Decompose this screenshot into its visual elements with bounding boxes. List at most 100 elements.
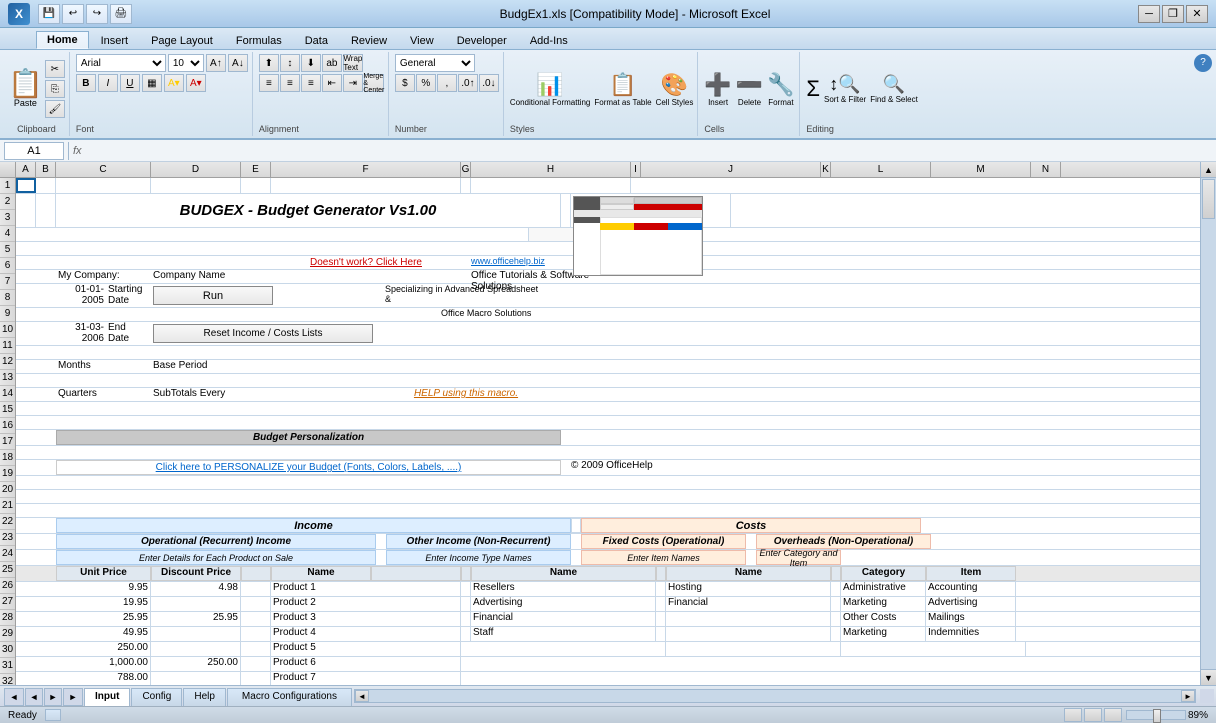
cell-rest15[interactable] (16, 416, 1200, 429)
minimize-btn[interactable]: ─ (1138, 5, 1160, 23)
cell-name-28[interactable]: Product 3 (271, 612, 461, 626)
cell-E26[interactable] (241, 582, 271, 596)
col-category[interactable]: Category (841, 566, 926, 581)
align-center-btn[interactable]: ≡ (280, 74, 300, 92)
cell-G18[interactable] (561, 460, 571, 475)
tab-data[interactable]: Data (294, 32, 339, 49)
cell-I26[interactable] (656, 582, 666, 596)
cell-unit-32[interactable]: 788.00 (56, 672, 151, 685)
cell-AB11[interactable] (16, 360, 56, 373)
cell-F25b[interactable] (371, 566, 461, 581)
cell-G7[interactable] (375, 284, 385, 307)
col-J[interactable]: J (641, 162, 821, 177)
tab-nav-prev[interactable]: ◄ (25, 688, 43, 706)
vertical-scrollbar[interactable]: ▲ ▼ (1200, 162, 1216, 685)
cell-C6-company-label[interactable]: My Company: (56, 270, 151, 283)
row-13[interactable]: 13 (0, 370, 15, 386)
row-7[interactable]: 7 (0, 274, 15, 290)
percent-btn[interactable]: % (416, 74, 436, 92)
cell-AB29[interactable] (16, 627, 56, 641)
paste-btn[interactable]: 📋 Paste (8, 70, 43, 108)
tab-developer[interactable]: Developer (446, 32, 518, 49)
normal-view-btn[interactable] (1064, 708, 1082, 722)
cell-AB30[interactable] (16, 642, 56, 656)
format-as-table-btn[interactable]: 📋 Format as Table (594, 72, 651, 107)
cell-rest32[interactable] (461, 672, 1200, 685)
row-29[interactable]: 29 (0, 626, 15, 642)
row-30[interactable]: 30 (0, 642, 15, 658)
cell-D9-endlabel[interactable]: End Date (106, 322, 151, 345)
scroll-up-btn[interactable]: ▲ (1201, 162, 1216, 178)
cell-sep23a[interactable] (376, 534, 386, 549)
cell-rest22[interactable] (921, 518, 1200, 533)
cell-cat-28[interactable]: Other Costs (841, 612, 926, 626)
cell-G26[interactable] (461, 582, 471, 596)
row-5[interactable]: 5 (0, 242, 15, 258)
cell-C9-enddate[interactable]: 31-03-2006 (56, 322, 106, 345)
cell-F5-doesntwork[interactable]: Doesn't work? Click Here (271, 256, 461, 269)
tab-review[interactable]: Review (340, 32, 398, 49)
cell-cat-26[interactable]: Administrative (841, 582, 926, 596)
row-21[interactable]: 21 (0, 498, 15, 514)
cell-overheads-sub-cat[interactable]: Enter Category and Item (756, 550, 841, 565)
cell-G2[interactable] (561, 194, 571, 227)
cell-name-26[interactable]: Product 1 (271, 582, 461, 596)
col-A[interactable]: A (16, 162, 36, 177)
quick-redo-btn[interactable]: ↪ (86, 4, 108, 24)
cell-H18-copyright[interactable]: © 2009 OfficeHelp (571, 460, 731, 475)
format-painter-btn[interactable]: 🖌 (45, 100, 65, 118)
sheet-tab-macro[interactable]: Macro Configurations (227, 688, 352, 706)
cell-C7-startdate[interactable]: 01-01-2005 (56, 284, 106, 307)
cell-G28[interactable] (461, 612, 471, 626)
cell-rest17[interactable] (16, 446, 1200, 459)
increase-indent-btn[interactable]: ⇥ (343, 74, 363, 92)
cell-rest28[interactable] (1016, 612, 1200, 626)
align-left-btn[interactable]: ≡ (259, 74, 279, 92)
page-layout-view-btn[interactable] (1084, 708, 1102, 722)
cell-KLM30[interactable] (841, 642, 1026, 656)
font-color-btn[interactable]: A▾ (186, 74, 206, 92)
increase-decimal-btn[interactable]: .0↑ (458, 74, 478, 92)
cell-fixed-26[interactable]: Hosting (666, 582, 831, 596)
row-23[interactable]: 23 (0, 530, 15, 546)
cell-E29[interactable] (241, 627, 271, 641)
cell-styles-btn[interactable]: 🎨 Cell Styles (656, 72, 694, 107)
cell-item-29[interactable]: Indemnities (926, 627, 1016, 641)
col-K[interactable]: K (821, 162, 831, 177)
cell-I27[interactable] (656, 597, 666, 611)
cell-op-income[interactable]: Operational (Recurrent) Income (56, 534, 376, 549)
tab-nav-left[interactable]: ◄ (4, 688, 24, 706)
cell-name-32[interactable]: Product 7 (271, 672, 461, 685)
cell-rest13[interactable] (561, 388, 1200, 401)
help-link[interactable]: HELP using this macro. (414, 388, 518, 399)
cell-E6[interactable] (241, 270, 271, 283)
cell-GH30[interactable] (461, 642, 666, 656)
cell-D7-startlabel[interactable]: Starting Date (106, 284, 151, 307)
cell-other-26[interactable]: Resellers (471, 582, 656, 596)
cell-rest10[interactable] (16, 346, 1200, 359)
cell-E32[interactable] (241, 672, 271, 685)
merge-center-btn[interactable]: Merge & Center (364, 74, 384, 92)
cell-rest14[interactable] (16, 402, 1200, 415)
font-grow-btn[interactable]: A↑ (206, 54, 226, 72)
quick-undo-btn[interactable]: ↩ (62, 4, 84, 24)
cut-btn[interactable]: ✂ (45, 60, 65, 78)
cell-fixed-28[interactable] (666, 612, 831, 626)
copy-btn[interactable]: ⎘ (45, 80, 65, 98)
scroll-down-btn[interactable]: ▼ (1201, 669, 1216, 685)
office-help-url[interactable]: www.officehelp.biz (471, 256, 545, 266)
cell-H7-sub1[interactable]: Specializing in Advanced Spreadsheet & (385, 284, 545, 307)
cell-C11-months[interactable]: Months (56, 360, 151, 373)
cell-other-27[interactable]: Advertising (471, 597, 656, 611)
zoom-slider[interactable] (1126, 710, 1186, 720)
col-B[interactable]: B (36, 162, 56, 177)
cell-sep23c[interactable] (746, 534, 756, 549)
row-12[interactable]: 12 (0, 354, 15, 370)
decrease-decimal-btn[interactable]: .0↓ (479, 74, 499, 92)
cell-title-merged[interactable]: BUDGEX - Budget Generator Vs1.00 (56, 194, 561, 227)
row-28[interactable]: 28 (0, 610, 15, 626)
cell-E1[interactable] (241, 178, 271, 193)
font-shrink-btn[interactable]: A↓ (228, 54, 248, 72)
cell-F7-rest[interactable] (275, 284, 375, 307)
cell-disc-30[interactable] (151, 642, 241, 656)
